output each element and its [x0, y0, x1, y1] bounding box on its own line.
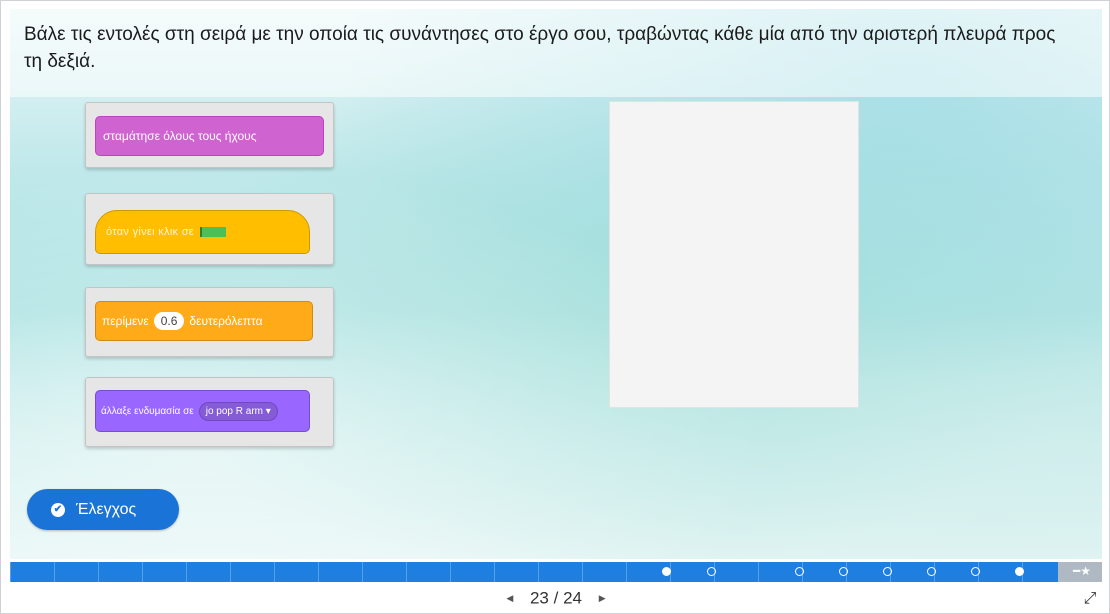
progress-dot[interactable] — [971, 567, 980, 576]
instructions-banner: Βάλε τις εντολές στη σειρά με την οποία … — [10, 9, 1102, 97]
wait-block: περίμενε 0.6 δευτερόλεπτα — [95, 301, 313, 341]
draggable-block-switch-costume[interactable]: άλλαξε ενδυμασία σε jo pop R arm ▾ — [85, 377, 334, 447]
stop-all-sounds-label: σταμάτησε όλους τους ήχους — [103, 129, 257, 143]
check-button-label: Έλεγχος — [76, 500, 137, 518]
activity-stage: Βάλε τις εντολές στη σειρά με την οποία … — [10, 9, 1102, 559]
summary-icon: ━★ — [1073, 564, 1091, 578]
switch-costume-label: άλλαξε ενδυμασία σε — [101, 405, 194, 417]
check-circle-icon: ✔ — [51, 502, 65, 517]
drop-zone[interactable] — [609, 101, 859, 408]
progress-end-segment[interactable]: ━★ — [1058, 562, 1102, 582]
progress-dot[interactable] — [707, 567, 716, 576]
draggable-block-stop-sounds[interactable]: σταμάτησε όλους τους ήχους — [85, 102, 334, 168]
costume-dropdown-value: jo pop R arm — [205, 405, 263, 417]
stop-all-sounds-block: σταμάτησε όλους τους ήχους — [95, 116, 324, 156]
next-arrow-icon[interactable]: ▶ — [599, 593, 606, 604]
progress-dot[interactable] — [883, 567, 892, 576]
wait-seconds-value: 0.6 — [153, 312, 185, 330]
current-page: 23 — [529, 588, 549, 608]
draggable-block-wait[interactable]: περίμενε 0.6 δευτερόλεπτα — [85, 287, 334, 357]
progress-dot-visited[interactable] — [662, 567, 671, 576]
when-flag-clicked-label: όταν γίνει κλικ σε — [106, 226, 195, 238]
slide-progress-bar[interactable]: ━★ — [10, 562, 1102, 582]
progress-dot[interactable] — [839, 567, 848, 576]
instructions-text: Βάλε τις εντολές στη σειρά με την οποία … — [24, 24, 1056, 72]
progress-dot[interactable] — [795, 567, 804, 576]
activity-frame: Βάλε τις εντολές στη σειρά με την οποία … — [0, 0, 1110, 614]
page-separator: / — [553, 588, 559, 608]
wait-unit-label: δευτερόλεπτα — [189, 314, 263, 328]
costume-dropdown: jo pop R arm ▾ — [198, 401, 278, 421]
prev-arrow-icon[interactable]: ◀ — [506, 593, 513, 604]
progress-dot-current[interactable] — [1015, 567, 1024, 576]
when-flag-clicked-block: όταν γίνει κλικ σε — [95, 210, 310, 254]
pagination: ◀ 23 / 24 ▶ — [1, 588, 1110, 610]
draggable-block-when-flag-clicked[interactable]: όταν γίνει κλικ σε — [85, 193, 334, 265]
check-button[interactable]: ✔ Έλεγχος — [27, 489, 179, 530]
expand-icon[interactable]: ⤢ — [1081, 590, 1099, 608]
progress-dot[interactable] — [927, 567, 936, 576]
wait-label: περίμενε — [102, 314, 149, 328]
switch-costume-block: άλλαξε ενδυμασία σε jo pop R arm ▾ — [95, 390, 310, 432]
total-pages: 24 — [563, 588, 583, 608]
green-flag-icon — [200, 227, 227, 237]
